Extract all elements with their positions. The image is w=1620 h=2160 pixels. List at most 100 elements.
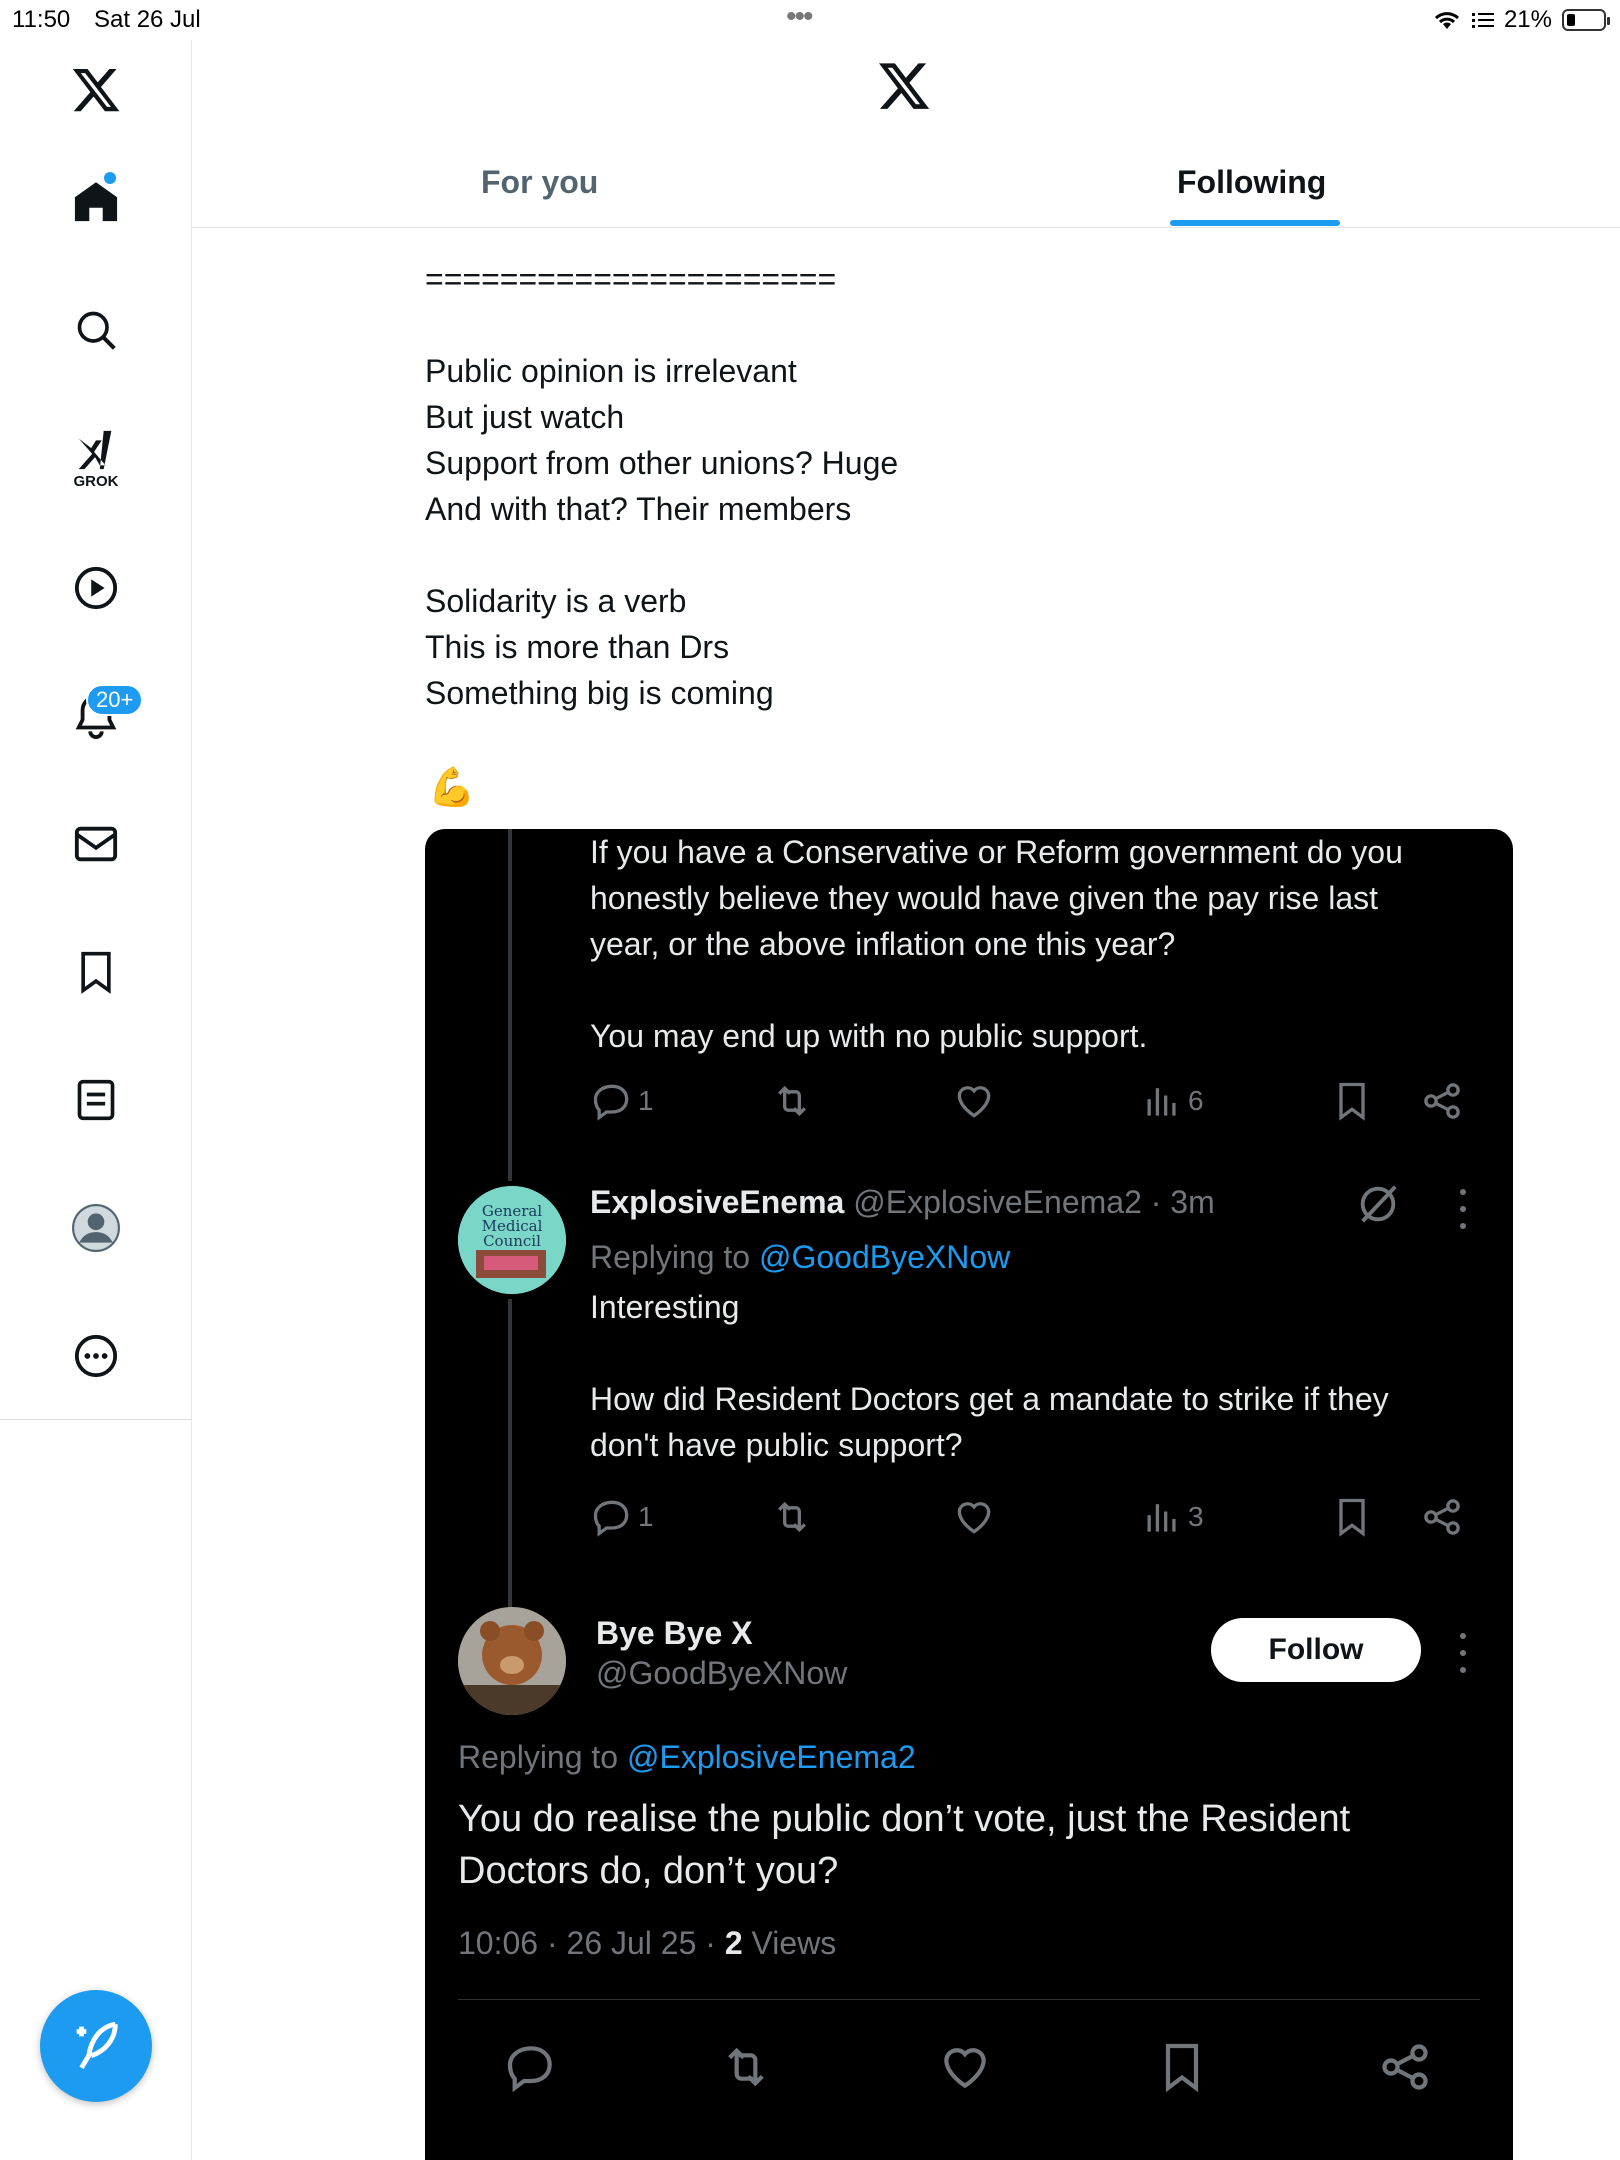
heart-icon bbox=[944, 2048, 986, 2089]
bookmark-action[interactable] bbox=[1330, 1495, 1374, 1539]
replying-to-link[interactable]: @GoodByeXNow bbox=[759, 1239, 1010, 1275]
views-count: 6 bbox=[1188, 1085, 1204, 1116]
follow-button[interactable]: Follow bbox=[1211, 1618, 1421, 1682]
tweet-divider bbox=[458, 1999, 1480, 2000]
replying-to-line: Replying to @GoodByeXNow bbox=[590, 1239, 1010, 1276]
flexed-biceps-emoji: 💪 bbox=[428, 767, 476, 809]
more-menu-icon[interactable] bbox=[1453, 1633, 1473, 1673]
bookmark-icon bbox=[1339, 1498, 1365, 1537]
avatar-caption: General Medical Council bbox=[481, 1202, 543, 1250]
second-reply-actions: 1 3 bbox=[590, 1495, 1480, 1555]
home-unread-dot bbox=[104, 172, 116, 184]
reply-count: 1 bbox=[638, 1085, 654, 1116]
like-action[interactable] bbox=[952, 1079, 996, 1123]
compose-feather-icon bbox=[76, 2021, 118, 2069]
main-replying-to-line: Replying to @ExplosiveEnema2 bbox=[458, 1739, 916, 1776]
repost-icon bbox=[777, 1501, 807, 1533]
battery-icon bbox=[1562, 9, 1610, 31]
main-tweet-author: Bye Bye X bbox=[596, 1615, 753, 1652]
views-action[interactable]: 3 bbox=[1140, 1495, 1204, 1539]
author-handle[interactable]: @GoodByeXNow bbox=[596, 1655, 847, 1691]
tab-for-you[interactable]: For you bbox=[481, 164, 598, 201]
reply-icon bbox=[593, 1500, 629, 1537]
focus-list-icon bbox=[1471, 13, 1494, 28]
home-icon[interactable] bbox=[56, 162, 136, 242]
sidebar-divider bbox=[0, 1419, 192, 1420]
bookmark-button[interactable] bbox=[1154, 2039, 1210, 2095]
lists-icon[interactable] bbox=[56, 1060, 136, 1140]
share-icon bbox=[1424, 1083, 1460, 1119]
second-reply-header: ExplosiveEnema @ExplosiveEnema2 · 3m bbox=[590, 1184, 1215, 1221]
share-action[interactable] bbox=[1420, 1495, 1464, 1539]
repost-action[interactable] bbox=[770, 1079, 814, 1123]
more-options-icon[interactable] bbox=[56, 1316, 136, 1396]
heart-icon bbox=[957, 1086, 991, 1118]
video-play-icon[interactable] bbox=[56, 548, 136, 628]
reply-action[interactable]: 1 bbox=[590, 1495, 654, 1539]
first-reply-text: If you have a Conservative or Reform gov… bbox=[590, 834, 1403, 1054]
compose-post-button[interactable] bbox=[40, 1990, 152, 2102]
like-button[interactable] bbox=[937, 2039, 993, 2095]
grok-icon[interactable]: GROK bbox=[56, 418, 136, 498]
bookmark-icon[interactable] bbox=[56, 932, 136, 1012]
multitasking-dots-icon[interactable]: ••• bbox=[786, 0, 813, 34]
profile-avatar-icon[interactable] bbox=[56, 1188, 136, 1268]
reply-icon bbox=[507, 2046, 552, 2093]
author-name[interactable]: ExplosiveEnema bbox=[590, 1184, 844, 1220]
like-action[interactable] bbox=[952, 1495, 996, 1539]
status-bar: 11:50 Sat 26 Jul ••• 21% bbox=[0, 0, 1620, 40]
share-button[interactable] bbox=[1377, 2039, 1433, 2095]
reply-icon bbox=[593, 1084, 629, 1121]
status-time: 11:50 bbox=[12, 6, 71, 33]
grok-label: GROK bbox=[73, 472, 119, 490]
second-reply-text: Interesting How did Resident Doctors get… bbox=[590, 1289, 1389, 1463]
status-date: Sat 26 Jul bbox=[94, 6, 201, 33]
author-name[interactable]: Bye Bye X bbox=[596, 1615, 753, 1651]
sidebar: GROK 20+ bbox=[0, 40, 192, 2160]
x-header-logo-icon bbox=[876, 58, 940, 122]
timeline-tabs: For you Following bbox=[192, 150, 1620, 228]
tab-following[interactable]: Following bbox=[1177, 164, 1326, 201]
reply-action[interactable]: 1 bbox=[590, 1079, 654, 1123]
replying-to-link[interactable]: @ExplosiveEnema2 bbox=[627, 1739, 916, 1775]
tweet-meta: 10:06 · 26 Jul 25 · 2 Views bbox=[458, 1925, 836, 1962]
first-reply-actions: 1 6 bbox=[590, 1079, 1480, 1139]
explosiveenema-avatar[interactable]: General Medical Council bbox=[458, 1186, 566, 1294]
byebyex-avatar[interactable] bbox=[458, 1607, 566, 1715]
repost-icon bbox=[777, 1085, 807, 1117]
views-label: Views bbox=[742, 1925, 837, 1961]
author-handle-time[interactable]: @ExplosiveEnema2 · 3m bbox=[853, 1184, 1215, 1220]
views-chart-icon bbox=[1147, 1088, 1176, 1116]
more-menu-icon[interactable] bbox=[1453, 1189, 1473, 1229]
repost-icon bbox=[728, 2047, 764, 2087]
mail-icon[interactable] bbox=[56, 804, 136, 884]
active-tab-indicator bbox=[1170, 220, 1340, 226]
repost-action[interactable] bbox=[770, 1495, 814, 1539]
heart-icon bbox=[957, 1502, 991, 1534]
repost-button[interactable] bbox=[718, 2039, 774, 2095]
share-action[interactable] bbox=[1420, 1079, 1464, 1123]
views-count: 3 bbox=[1188, 1501, 1204, 1532]
share-icon bbox=[1382, 2044, 1428, 2090]
battery-percent: 21% bbox=[1503, 6, 1552, 33]
main-tweet-handle-line: @GoodByeXNow bbox=[596, 1655, 847, 1692]
bookmark-icon bbox=[1339, 1082, 1365, 1121]
reply-button[interactable] bbox=[503, 2039, 559, 2095]
wifi-icon bbox=[1434, 12, 1459, 29]
views-count: 2 bbox=[724, 1925, 743, 1961]
bookmark-action[interactable] bbox=[1330, 1079, 1374, 1123]
embedded-thread-image[interactable]: If you have a Conservative or Reform gov… bbox=[425, 829, 1513, 2160]
bookmark-icon bbox=[1165, 2043, 1199, 2093]
views-action[interactable]: 6 bbox=[1140, 1079, 1204, 1123]
main-tweet-actions bbox=[425, 2039, 1513, 2109]
search-icon[interactable] bbox=[56, 290, 136, 370]
timestamp[interactable]: 10:06 · 26 Jul 25 · bbox=[458, 1925, 725, 1961]
thread-connector-line bbox=[508, 829, 512, 1181]
views-chart-icon bbox=[1147, 1504, 1176, 1532]
x-logo-icon[interactable] bbox=[56, 50, 136, 130]
share-icon bbox=[1424, 1499, 1460, 1535]
post-body-text: ====================== Public opinion is… bbox=[425, 261, 899, 711]
grok-slash-icon[interactable] bbox=[1355, 1181, 1401, 1227]
reply-count: 1 bbox=[638, 1501, 654, 1532]
notifications-badge: 20+ bbox=[86, 684, 144, 716]
